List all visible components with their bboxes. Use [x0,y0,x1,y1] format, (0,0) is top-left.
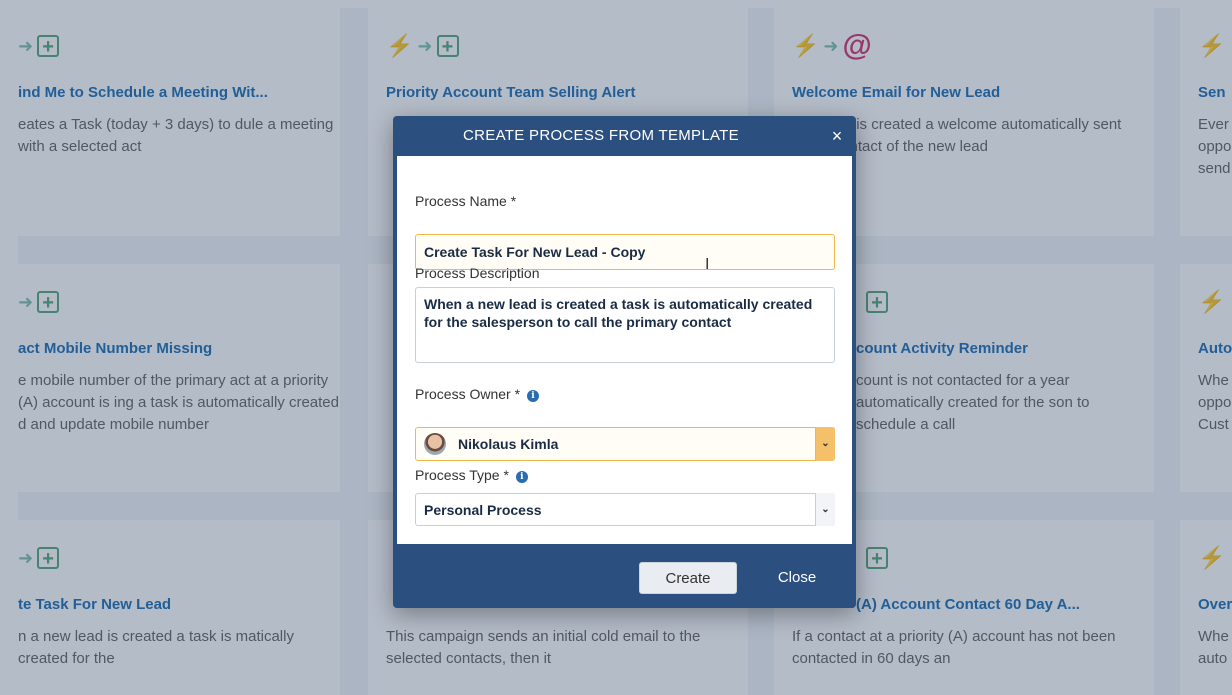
dialog-header: CREATE PROCESS FROM TEMPLATE × [393,116,856,156]
create-button[interactable]: Create [639,562,737,594]
process-owner-value: Nikolaus Kimla [458,436,559,452]
text-cursor-icon: I [705,256,710,273]
chevron-down-icon[interactable]: ⌄ [815,493,835,526]
chevron-down-icon[interactable]: ⌄ [815,427,835,461]
close-icon[interactable]: × [825,124,849,148]
avatar [424,433,446,455]
info-icon[interactable]: i [526,390,539,402]
process-type-value: Personal Process [424,501,542,518]
close-button[interactable]: Close [747,562,847,594]
dialog-body: Process Name * Create Task For New Lead … [397,156,852,544]
info-icon[interactable]: i [515,471,528,483]
process-name-label: Process Name * [415,193,517,209]
dialog-title: CREATE PROCESS FROM TEMPLATE [463,127,739,144]
process-owner-label: Process Owner * i [415,386,539,402]
process-owner-select[interactable]: Nikolaus Kimla ⌄ [415,427,835,461]
process-owner-label-text: Process Owner * [415,386,521,402]
process-type-label-text: Process Type * [415,467,509,483]
process-description-textarea[interactable]: When a new lead is created a task is aut… [415,287,835,363]
process-type-select[interactable]: Personal Process ⌄ [415,493,835,526]
create-process-dialog: CREATE PROCESS FROM TEMPLATE × Process N… [393,116,856,608]
process-description-label: Process Description [415,265,540,281]
process-type-label: Process Type * i [415,467,528,483]
